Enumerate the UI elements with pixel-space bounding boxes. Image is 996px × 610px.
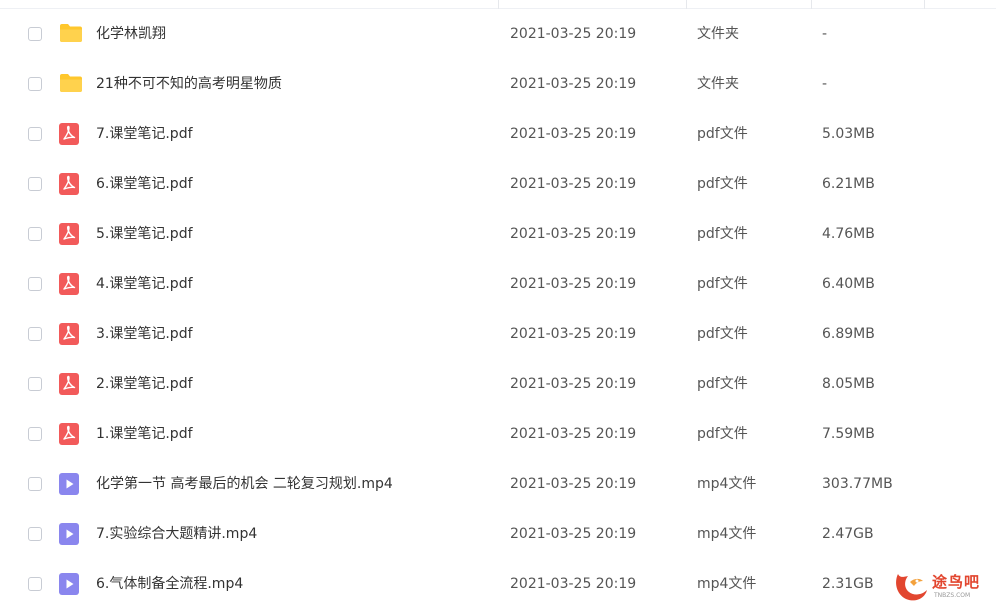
file-name[interactable]: 21种不可不知的高考明星物质 xyxy=(96,74,282,94)
file-name[interactable]: 化学林凯翔 xyxy=(96,24,166,44)
file-size: 2.47GB xyxy=(822,526,874,542)
file-name[interactable]: 1.课堂笔记.pdf xyxy=(96,424,193,444)
file-type: pdf文件 xyxy=(697,426,748,442)
video-icon xyxy=(59,523,81,545)
row-checkbox[interactable] xyxy=(28,527,42,541)
file-type: mp4文件 xyxy=(697,526,757,542)
file-row[interactable]: 21种不可不知的高考明星物质 2021-03-25 20:19 文件夹 - xyxy=(0,60,996,110)
file-row[interactable]: 化学第一节 高考最后的机会 二轮复习规划.mp4 2021-03-25 20:19… xyxy=(0,460,996,510)
file-row[interactable]: 7.实验综合大题精讲.mp4 2021-03-25 20:19 mp4文件 2.47G… xyxy=(0,510,996,560)
file-name[interactable]: 3.课堂笔记.pdf xyxy=(96,324,193,344)
file-size: 303.77MB xyxy=(822,476,893,492)
file-size: 6.40MB xyxy=(822,276,875,292)
pdf-icon xyxy=(59,323,81,345)
file-size: 5.03MB xyxy=(822,126,875,142)
file-date: 2021-03-25 20:19 xyxy=(510,326,637,342)
column-divider[interactable] xyxy=(498,0,499,9)
file-size: 8.05MB xyxy=(822,376,875,392)
row-checkbox[interactable] xyxy=(28,77,42,91)
file-row[interactable]: 6.课堂笔记.pdf 2021-03-25 20:19 pdf文件 6.21MB xyxy=(0,160,996,210)
file-date: 2021-03-25 20:19 xyxy=(510,126,637,142)
folder-icon xyxy=(59,23,82,45)
file-row[interactable]: 4.课堂笔记.pdf 2021-03-25 20:19 pdf文件 6.40MB xyxy=(0,260,996,310)
file-name[interactable]: 2.课堂笔记.pdf xyxy=(96,374,193,394)
row-checkbox[interactable] xyxy=(28,377,42,391)
file-size: 7.59MB xyxy=(822,426,875,442)
row-checkbox[interactable] xyxy=(28,177,42,191)
column-header-strip xyxy=(0,0,996,9)
file-type: mp4文件 xyxy=(697,476,757,492)
file-size: - xyxy=(822,76,828,92)
file-row[interactable]: 3.课堂笔记.pdf 2021-03-25 20:19 pdf文件 6.89MB xyxy=(0,310,996,360)
file-type: pdf文件 xyxy=(697,376,748,392)
file-type: pdf文件 xyxy=(697,126,748,142)
file-type: pdf文件 xyxy=(697,276,748,292)
file-name[interactable]: 7.实验综合大题精讲.mp4 xyxy=(96,524,257,544)
row-checkbox[interactable] xyxy=(28,577,42,591)
file-name[interactable]: 4.课堂笔记.pdf xyxy=(96,274,193,294)
file-type: 文件夹 xyxy=(697,76,739,92)
folder-icon xyxy=(59,73,82,95)
file-date: 2021-03-25 20:19 xyxy=(510,276,637,292)
file-size: 2.31GB xyxy=(822,576,874,592)
column-divider[interactable] xyxy=(924,0,925,9)
file-size: 4.76MB xyxy=(822,226,875,242)
file-date: 2021-03-25 20:19 xyxy=(510,226,637,242)
file-row[interactable]: 5.课堂笔记.pdf 2021-03-25 20:19 pdf文件 4.76MB xyxy=(0,210,996,260)
pdf-icon xyxy=(59,223,81,245)
file-date: 2021-03-25 20:19 xyxy=(510,26,637,42)
video-icon xyxy=(59,573,81,595)
file-row[interactable]: 1.课堂笔记.pdf 2021-03-25 20:19 pdf文件 7.59MB xyxy=(0,410,996,460)
file-date: 2021-03-25 20:19 xyxy=(510,176,637,192)
file-size: 6.89MB xyxy=(822,326,875,342)
row-checkbox[interactable] xyxy=(28,427,42,441)
video-icon xyxy=(59,473,81,495)
bird-logo-icon xyxy=(896,574,927,601)
pdf-icon xyxy=(59,173,81,195)
file-name[interactable]: 7.课堂笔记.pdf xyxy=(96,124,193,144)
file-date: 2021-03-25 20:19 xyxy=(510,526,637,542)
file-list: 化学林凯翔 2021-03-25 20:19 文件夹 -21种不可不知的高考明星物质 2… xyxy=(0,10,996,610)
file-name[interactable]: 6.气体制备全流程.mp4 xyxy=(96,574,243,594)
file-type: pdf文件 xyxy=(697,326,748,342)
file-date: 2021-03-25 20:19 xyxy=(510,426,637,442)
file-type: mp4文件 xyxy=(697,576,757,592)
watermark-subtext: TNBZS.COM xyxy=(934,592,971,599)
row-checkbox[interactable] xyxy=(28,277,42,291)
pdf-icon xyxy=(59,373,81,395)
file-size: 6.21MB xyxy=(822,176,875,192)
file-name[interactable]: 5.课堂笔记.pdf xyxy=(96,224,193,244)
file-date: 2021-03-25 20:19 xyxy=(510,76,637,92)
watermark-logo: 途鸟吧 TNBZS.COM xyxy=(892,568,992,606)
file-size: - xyxy=(822,26,828,42)
pdf-icon xyxy=(59,123,81,145)
file-name[interactable]: 化学第一节 高考最后的机会 二轮复习规划.mp4 xyxy=(96,474,393,494)
row-checkbox[interactable] xyxy=(28,327,42,341)
row-checkbox[interactable] xyxy=(28,27,42,41)
row-checkbox[interactable] xyxy=(28,477,42,491)
file-row[interactable]: 6.气体制备全流程.mp4 2021-03-25 20:19 mp4文件 2.31GB xyxy=(0,560,996,610)
row-checkbox[interactable] xyxy=(28,227,42,241)
file-row[interactable]: 7.课堂笔记.pdf 2021-03-25 20:19 pdf文件 5.03MB xyxy=(0,110,996,160)
pdf-icon xyxy=(59,423,81,445)
file-type: 文件夹 xyxy=(697,26,739,42)
file-date: 2021-03-25 20:19 xyxy=(510,576,637,592)
row-checkbox[interactable] xyxy=(28,127,42,141)
file-name[interactable]: 6.课堂笔记.pdf xyxy=(96,174,193,194)
file-date: 2021-03-25 20:19 xyxy=(510,376,637,392)
column-divider[interactable] xyxy=(811,0,812,9)
file-date: 2021-03-25 20:19 xyxy=(510,476,637,492)
file-type: pdf文件 xyxy=(697,176,748,192)
watermark-text: 途鸟吧 xyxy=(932,573,981,591)
pdf-icon xyxy=(59,273,81,295)
file-row[interactable]: 2.课堂笔记.pdf 2021-03-25 20:19 pdf文件 8.05MB xyxy=(0,360,996,410)
file-type: pdf文件 xyxy=(697,226,748,242)
column-divider[interactable] xyxy=(686,0,687,9)
file-row[interactable]: 化学林凯翔 2021-03-25 20:19 文件夹 - xyxy=(0,10,996,60)
